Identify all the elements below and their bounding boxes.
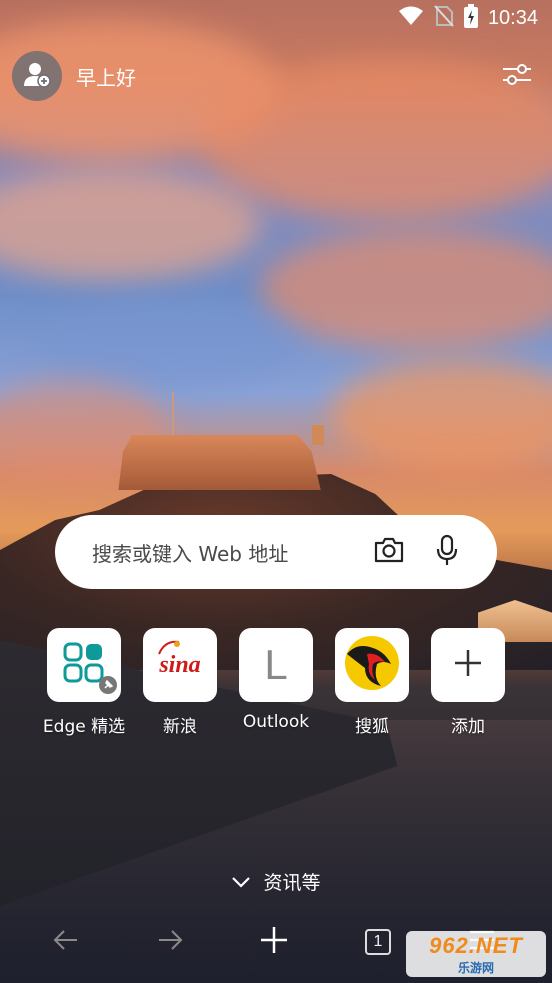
pin-badge-icon	[99, 676, 117, 698]
sina-logo: sina	[158, 640, 201, 679]
shortcut-tile[interactable]	[47, 628, 121, 702]
tabs-icon: 1	[365, 929, 391, 955]
shortcut-edge-collections[interactable]: Edge 精选	[38, 628, 130, 737]
search-input[interactable]: 搜索或键入 Web 地址	[92, 538, 353, 567]
shortcut-sina[interactable]: sina 新浪	[134, 628, 226, 737]
shortcut-outlook[interactable]: L Outlook	[230, 628, 322, 737]
status-time: 10:34	[487, 6, 538, 29]
shortcut-tile[interactable]	[335, 628, 409, 702]
sohu-fox-icon	[343, 634, 401, 696]
profile-avatar-button[interactable]	[12, 51, 62, 101]
microphone-icon	[435, 534, 459, 570]
forward-button[interactable]	[118, 919, 222, 965]
shortcut-tile[interactable]: L	[239, 628, 313, 702]
wallpaper	[0, 0, 552, 983]
shortcut-label: 搜狐	[355, 717, 389, 737]
back-button[interactable]	[14, 919, 118, 965]
shortcut-label: 添加	[451, 717, 485, 737]
search-bar[interactable]: 搜索或键入 Web 地址	[55, 515, 497, 589]
chevron-down-icon	[231, 871, 251, 893]
site-watermark: 962.NET 乐游网	[406, 931, 546, 977]
plus-icon	[453, 648, 483, 682]
no-sim-icon	[434, 4, 454, 32]
forward-arrow-icon	[157, 929, 183, 955]
new-tab-plus-icon	[260, 926, 288, 958]
shortcut-label: 新浪	[163, 717, 197, 737]
letter-l-icon: L	[264, 641, 288, 688]
shortcut-sohu[interactable]: 搜狐	[326, 628, 418, 737]
back-arrow-icon	[53, 929, 79, 955]
shortcut-tile[interactable]: sina	[143, 628, 217, 702]
sliders-icon	[501, 60, 533, 92]
add-profile-icon	[23, 60, 51, 92]
new-tab-button[interactable]	[222, 919, 326, 965]
shortcut-label: Outlook	[242, 712, 310, 732]
shortcut-label: Edge 精选	[42, 717, 126, 737]
status-bar: 10:34	[0, 0, 552, 36]
news-label: 资讯等	[263, 872, 321, 894]
watermark-subtitle: 乐游网	[457, 960, 494, 975]
watermark-number: 962.NET	[429, 932, 523, 958]
battery-charging-icon	[463, 3, 478, 33]
top-bar: 早上好	[12, 50, 534, 102]
news-feed-toggle[interactable]: 资讯等	[0, 868, 552, 895]
add-shortcut-tile[interactable]	[431, 628, 505, 702]
visual-search-button[interactable]	[367, 530, 411, 574]
camera-icon	[373, 536, 405, 568]
wifi-icon	[398, 6, 424, 31]
voice-search-button[interactable]	[425, 530, 469, 574]
page-settings-button[interactable]	[500, 59, 534, 93]
shortcut-add[interactable]: 添加	[422, 628, 514, 737]
top-sites: Edge 精选 sina 新浪 L Outlook 搜狐 添加	[38, 628, 514, 737]
greeting-text: 早上好	[76, 65, 136, 90]
